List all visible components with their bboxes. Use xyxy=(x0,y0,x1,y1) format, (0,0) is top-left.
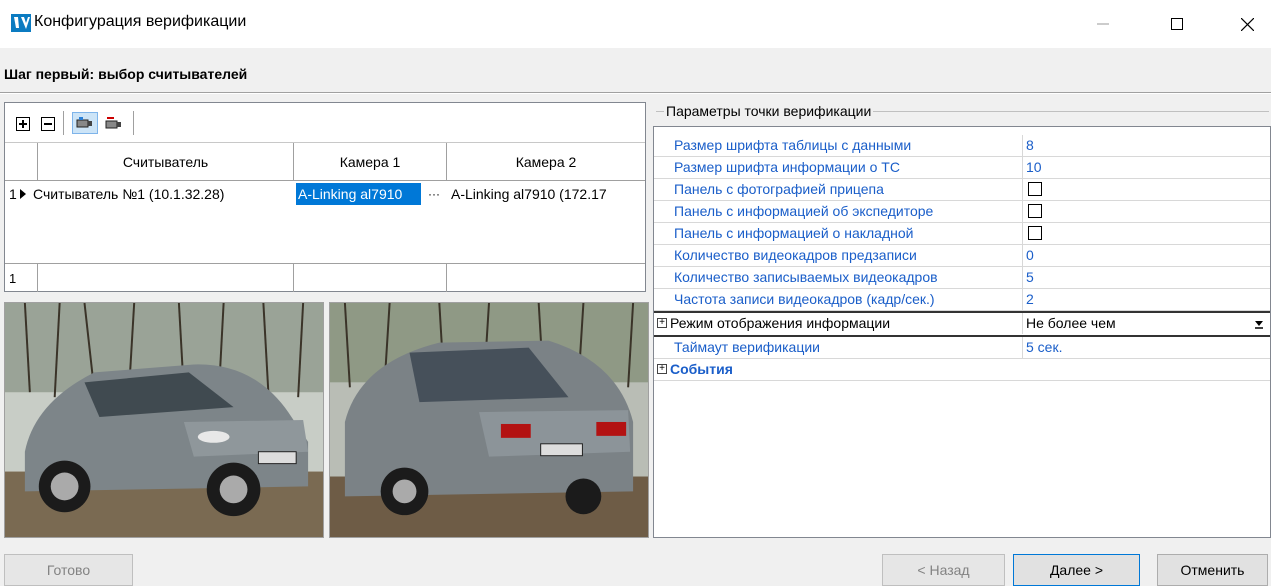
property-value[interactable]: 5 сек. xyxy=(1026,337,1062,358)
minimize-button[interactable] xyxy=(1080,0,1126,48)
back-button[interactable]: < Назад xyxy=(882,554,1005,586)
table-row[interactable]: 1 Считыватель №1 (10.1.32.28) A-Linking … xyxy=(5,181,645,207)
remove-row-button[interactable] xyxy=(39,115,57,133)
cell-reader[interactable]: Считыватель №1 (10.1.32.28) xyxy=(31,181,296,207)
checkbox-trailer-photo[interactable] xyxy=(1028,182,1042,196)
vehicle-photo-front xyxy=(4,302,324,538)
column-divider xyxy=(1022,201,1023,222)
property-value[interactable]: 0 xyxy=(1026,245,1034,266)
property-name: Размер шрифта таблицы с данными xyxy=(674,137,912,153)
footer-cell xyxy=(447,264,645,292)
maximize-button[interactable] xyxy=(1154,0,1200,48)
column-header-camera1[interactable]: Камера 1 xyxy=(294,143,447,181)
title-bar: Конфигурация верификации xyxy=(0,0,1271,48)
property-name: Панель с фотографией прицепа xyxy=(674,181,884,197)
readers-grid-panel: Считыватель Камера 1 Камера 2 1 Считыват… xyxy=(4,102,646,292)
maximize-icon xyxy=(1171,18,1183,30)
column-divider xyxy=(1022,289,1023,310)
property-value[interactable]: 8 xyxy=(1026,135,1034,156)
toolbar-separator xyxy=(133,111,134,135)
grid-toolbar xyxy=(5,103,645,143)
add-icon xyxy=(16,117,30,131)
add-row-button[interactable] xyxy=(14,115,32,133)
property-row[interactable]: Панель с информацией о накладной xyxy=(654,223,1270,245)
footer-count: 1 xyxy=(5,264,38,292)
property-grid: Размер шрифта таблицы с данными 8 Размер… xyxy=(653,126,1271,538)
add-camera-button[interactable] xyxy=(72,112,98,134)
minimize-icon xyxy=(1097,23,1109,25)
property-row[interactable]: Панель с фотографией прицепа xyxy=(654,179,1270,201)
display-mode-select[interactable]: Не более чем xyxy=(1026,313,1116,334)
checkbox-waybill-info[interactable] xyxy=(1028,226,1042,240)
remove-icon xyxy=(41,117,55,131)
column-divider xyxy=(1022,245,1023,266)
property-name: Частота записи видеокадров (кадр/сек.) xyxy=(674,291,935,307)
column-divider xyxy=(1022,157,1023,178)
cell-camera2[interactable]: A-Linking al7910 (172.17 xyxy=(448,181,645,207)
column-header-camera2[interactable]: Камера 2 xyxy=(447,143,645,181)
row-number: 1 xyxy=(9,186,17,202)
column-divider xyxy=(1022,267,1023,288)
property-name: Режим отображения информации xyxy=(670,315,891,331)
expand-icon[interactable]: + xyxy=(657,318,667,328)
column-divider xyxy=(1022,179,1023,200)
close-button[interactable] xyxy=(1224,0,1270,48)
close-icon xyxy=(1240,17,1254,31)
property-row-selected[interactable]: + Режим отображения информации Не более … xyxy=(654,311,1270,337)
footer-cell xyxy=(294,264,447,292)
footer-cell xyxy=(38,264,294,292)
column-divider xyxy=(1022,135,1023,156)
column-divider xyxy=(1022,223,1023,244)
step-title: Шаг первый: выбор считывателей xyxy=(4,66,248,82)
toolbar-separator xyxy=(63,111,64,135)
property-row[interactable]: Частота записи видеокадров (кадр/сек.) 2 xyxy=(654,289,1270,311)
row-indicator-header xyxy=(5,143,38,181)
window-title: Конфигурация верификации xyxy=(34,13,247,30)
property-value[interactable]: 2 xyxy=(1026,289,1034,310)
camera-remove-icon xyxy=(105,117,121,129)
vehicle-photo-rear xyxy=(329,302,649,538)
property-name: Панель с информацией о накладной xyxy=(674,225,914,241)
property-row[interactable]: Размер шрифта информации о ТС 10 xyxy=(654,157,1270,179)
property-name: Количество записываемых видеокадров xyxy=(674,269,938,285)
property-row[interactable]: Таймаут верификации 5 сек. xyxy=(654,337,1270,359)
property-row[interactable]: Количество видеокадров предзаписи 0 xyxy=(654,245,1270,267)
property-name: Таймаут верификации xyxy=(674,339,820,355)
property-name: Размер шрифта информации о ТС xyxy=(674,159,900,175)
property-value[interactable]: 10 xyxy=(1026,157,1042,178)
chevron-down-icon[interactable] xyxy=(1254,317,1264,333)
header-divider xyxy=(0,92,1271,94)
app-logo-icon xyxy=(11,13,31,33)
grid-header: Считыватель Камера 1 Камера 2 xyxy=(5,143,645,181)
grid-footer: 1 xyxy=(5,263,645,292)
property-row[interactable]: Количество записываемых видеокадров 5 xyxy=(654,267,1270,289)
property-row[interactable]: Размер шрифта таблицы с данными 8 xyxy=(654,135,1270,157)
step-header: Шаг первый: выбор считывателей xyxy=(0,48,1271,94)
expand-icon[interactable]: + xyxy=(657,364,667,374)
camera-icon xyxy=(76,117,92,128)
cancel-button[interactable]: Отменить xyxy=(1157,554,1268,586)
property-category-row[interactable]: + События xyxy=(654,359,1270,381)
done-button[interactable]: Готово xyxy=(4,554,133,586)
property-name: Панель с информацией об экспедиторе xyxy=(674,203,934,219)
property-name: Количество видеокадров предзаписи xyxy=(674,247,917,263)
next-button[interactable]: Далее > xyxy=(1013,554,1140,586)
property-row[interactable]: Панель с информацией об экспедиторе xyxy=(654,201,1270,223)
column-divider xyxy=(1022,337,1023,358)
column-divider xyxy=(1022,313,1023,334)
category-name: События xyxy=(670,361,733,377)
column-header-reader[interactable]: Считыватель xyxy=(38,143,294,181)
property-value[interactable]: 5 xyxy=(1026,267,1034,288)
props-group-title: Параметры точки верификации xyxy=(664,103,874,119)
cell-ellipsis-button[interactable]: ··· xyxy=(423,183,445,205)
checkbox-forwarder-info[interactable] xyxy=(1028,204,1042,218)
remove-camera-button[interactable] xyxy=(105,115,123,133)
cell-camera1[interactable]: A-Linking al7910 xyxy=(296,183,421,205)
